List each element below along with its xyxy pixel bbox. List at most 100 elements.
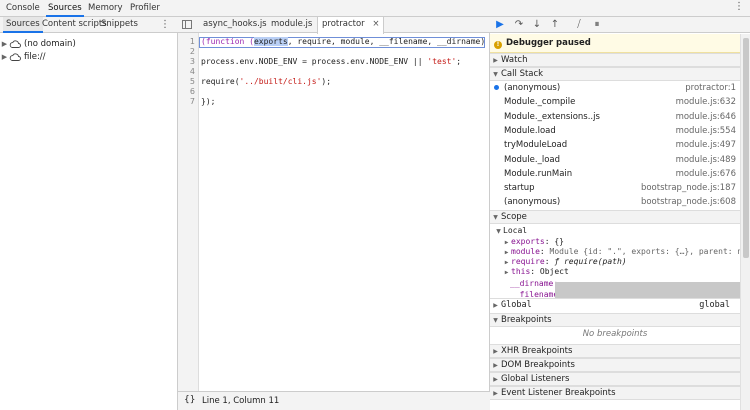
toggle-navigator-icon[interactable] xyxy=(182,20,192,29)
pretty-print-button[interactable]: {} xyxy=(184,395,195,405)
tree-item-no-domain[interactable]: ▶ (no domain) xyxy=(0,38,76,51)
editor-tab-async-hooks[interactable]: async_hooks.js xyxy=(203,17,267,33)
call-frame[interactable]: Module._compile module.js:632 xyxy=(490,95,740,109)
expand-arrow-icon: ▶ xyxy=(493,348,498,355)
collapse-arrow-icon: ▼ xyxy=(496,228,501,235)
code-line-3[interactable]: process.env.NODE_ENV = process.env.NODE_… xyxy=(201,57,461,67)
call-frame[interactable]: Module.load module.js:554 xyxy=(490,124,740,138)
selected-token: exports xyxy=(253,37,288,46)
deactivate-breakpoints-icon[interactable]: ⧸ xyxy=(572,17,586,33)
more-menu-icon[interactable]: ⋮ xyxy=(734,1,744,12)
frame-function: (anonymous) xyxy=(504,83,561,93)
line-number[interactable]: 5 xyxy=(190,77,195,87)
line-number[interactable]: 3 xyxy=(190,57,195,67)
code-line-7[interactable]: }); xyxy=(201,97,215,107)
line-number[interactable]: 1 xyxy=(190,37,195,47)
tree-item-file[interactable]: ▶ file:// xyxy=(0,51,46,64)
line-number[interactable]: 4 xyxy=(190,67,195,77)
section-xhr-breakpoints[interactable]: ▶ XHR Breakpoints xyxy=(490,344,740,358)
property-value: {} xyxy=(554,237,564,246)
frame-location: module.js:632 xyxy=(675,97,736,108)
section-event-listener-breakpoints[interactable]: ▶ Event Listener Breakpoints xyxy=(490,386,740,400)
section-dom-breakpoints[interactable]: ▶ DOM Breakpoints xyxy=(490,358,740,372)
line-number[interactable]: 7 xyxy=(190,97,195,107)
call-frame[interactable]: Module.runMain module.js:676 xyxy=(490,167,740,181)
property-key: exports xyxy=(511,237,545,246)
scope-value: global xyxy=(699,300,730,310)
editor-status-bar: {} Line 1, Column 11 xyxy=(178,391,490,410)
section-global-listeners[interactable]: ▶ Global Listeners xyxy=(490,372,740,386)
cloud-icon xyxy=(9,52,21,61)
section-label: XHR Breakpoints xyxy=(501,346,573,356)
section-breakpoints[interactable]: ▼ Breakpoints xyxy=(490,313,740,327)
cloud-icon xyxy=(9,39,21,48)
call-frame[interactable]: tryModuleLoad module.js:497 xyxy=(490,138,740,152)
property-key: this xyxy=(511,267,531,276)
pause-exceptions-icon[interactable]: ⏸ xyxy=(590,17,604,33)
editor-tab-module[interactable]: module.js xyxy=(271,17,312,33)
nav-tab-snippets[interactable]: Snippets xyxy=(101,17,138,33)
paused-banner: ! Debugger paused xyxy=(490,34,750,53)
call-frame[interactable]: (anonymous) bootstrap_node.js:608 xyxy=(490,195,740,209)
scope-local[interactable]: ▼ Local xyxy=(494,226,527,237)
collapse-arrow-icon: ▼ xyxy=(493,71,498,78)
code-token: process.env.NODE_ENV = process.env.NODE_… xyxy=(201,57,428,66)
call-frame[interactable]: Module._load module.js:489 xyxy=(490,153,740,167)
frame-location: protractor:1 xyxy=(685,83,736,93)
step-over-icon[interactable]: ↷ xyxy=(512,17,526,33)
resume-icon[interactable]: ▶ xyxy=(493,17,507,33)
nav-tab-content-scripts[interactable]: Content scripts xyxy=(42,17,107,33)
section-label: Global Listeners xyxy=(501,374,570,384)
tab-console[interactable]: Console xyxy=(6,0,40,17)
tab-profiler[interactable]: Profiler xyxy=(130,0,160,17)
more-icon[interactable]: ⋮ xyxy=(160,17,170,32)
editor-tab-protractor[interactable]: protractor × xyxy=(317,17,385,34)
code-token: , require, module, __filename, __dirname… xyxy=(287,37,495,46)
expand-arrow-icon: ▶ xyxy=(504,269,509,276)
section-label: DOM Breakpoints xyxy=(501,360,575,370)
nav-tab-sources[interactable]: Sources xyxy=(3,17,43,33)
tree-item-label: file:// xyxy=(24,52,46,62)
frame-function: tryModuleLoad xyxy=(504,140,568,151)
tab-sources[interactable]: Sources xyxy=(46,0,84,17)
scope-global[interactable]: ▶ Global global xyxy=(490,298,740,312)
call-frame[interactable]: Module._extensions..js module.js:646 xyxy=(490,110,740,124)
step-into-icon[interactable]: ↓ xyxy=(530,17,544,33)
expand-arrow-icon: ▶ xyxy=(493,302,498,309)
section-label: Watch xyxy=(501,55,528,65)
code-line-5[interactable]: require('../built/cli.js'); xyxy=(201,77,331,87)
step-out-icon[interactable]: ↑ xyxy=(548,17,562,33)
line-number[interactable]: 2 xyxy=(190,47,195,57)
property-value: ƒ require(path) xyxy=(554,257,627,266)
section-label: Event Listener Breakpoints xyxy=(501,388,616,398)
frame-location: bootstrap_node.js:608 xyxy=(640,197,736,208)
code-line-1[interactable]: (function (exports, require, module, __f… xyxy=(201,37,495,47)
collapse-arrow-icon: ▼ xyxy=(493,317,498,324)
scrollbar-thumb[interactable] xyxy=(743,38,749,258)
close-tab-icon[interactable]: × xyxy=(372,19,379,29)
expand-arrow-icon: ▶ xyxy=(493,390,498,397)
property-value: Object xyxy=(539,267,569,276)
section-watch[interactable]: ▶ Watch xyxy=(490,53,740,67)
no-breakpoints-text: No breakpoints xyxy=(582,329,648,339)
scope-dirname[interactable]: __dirname: xyxy=(510,279,558,289)
scrollbar[interactable] xyxy=(740,34,750,410)
debugger-sidebar: ▶ ↷ ↓ ↑ ⧸ ⏸ ! Debugger paused ▶ Watch ▼ Cal… xyxy=(490,17,750,410)
section-scope[interactable]: ▼ Scope xyxy=(490,210,740,224)
tree-item-label: (no domain) xyxy=(24,39,76,49)
frame-function: Module._load xyxy=(504,154,561,165)
section-call-stack[interactable]: ▼ Call Stack xyxy=(490,67,740,81)
property-key: module xyxy=(511,247,540,256)
scope-this[interactable]: ▶ this: Object xyxy=(502,267,740,278)
expand-arrow-icon[interactable]: ▶ xyxy=(0,38,9,51)
line-number[interactable]: 6 xyxy=(190,87,195,97)
debugger-toolbar: ▶ ↷ ↓ ↑ ⧸ ⏸ xyxy=(490,17,750,33)
property-key: require xyxy=(511,257,545,266)
section-label: Scope xyxy=(501,212,527,222)
frame-function: Module._compile xyxy=(504,97,576,108)
call-frame[interactable]: (anonymous) protractor:1 xyxy=(490,81,740,95)
section-label: Breakpoints xyxy=(501,315,552,325)
expand-arrow-icon[interactable]: ▶ xyxy=(0,51,9,64)
call-frame[interactable]: startup bootstrap_node.js:187 xyxy=(490,181,740,195)
tab-memory[interactable]: Memory xyxy=(88,0,123,17)
